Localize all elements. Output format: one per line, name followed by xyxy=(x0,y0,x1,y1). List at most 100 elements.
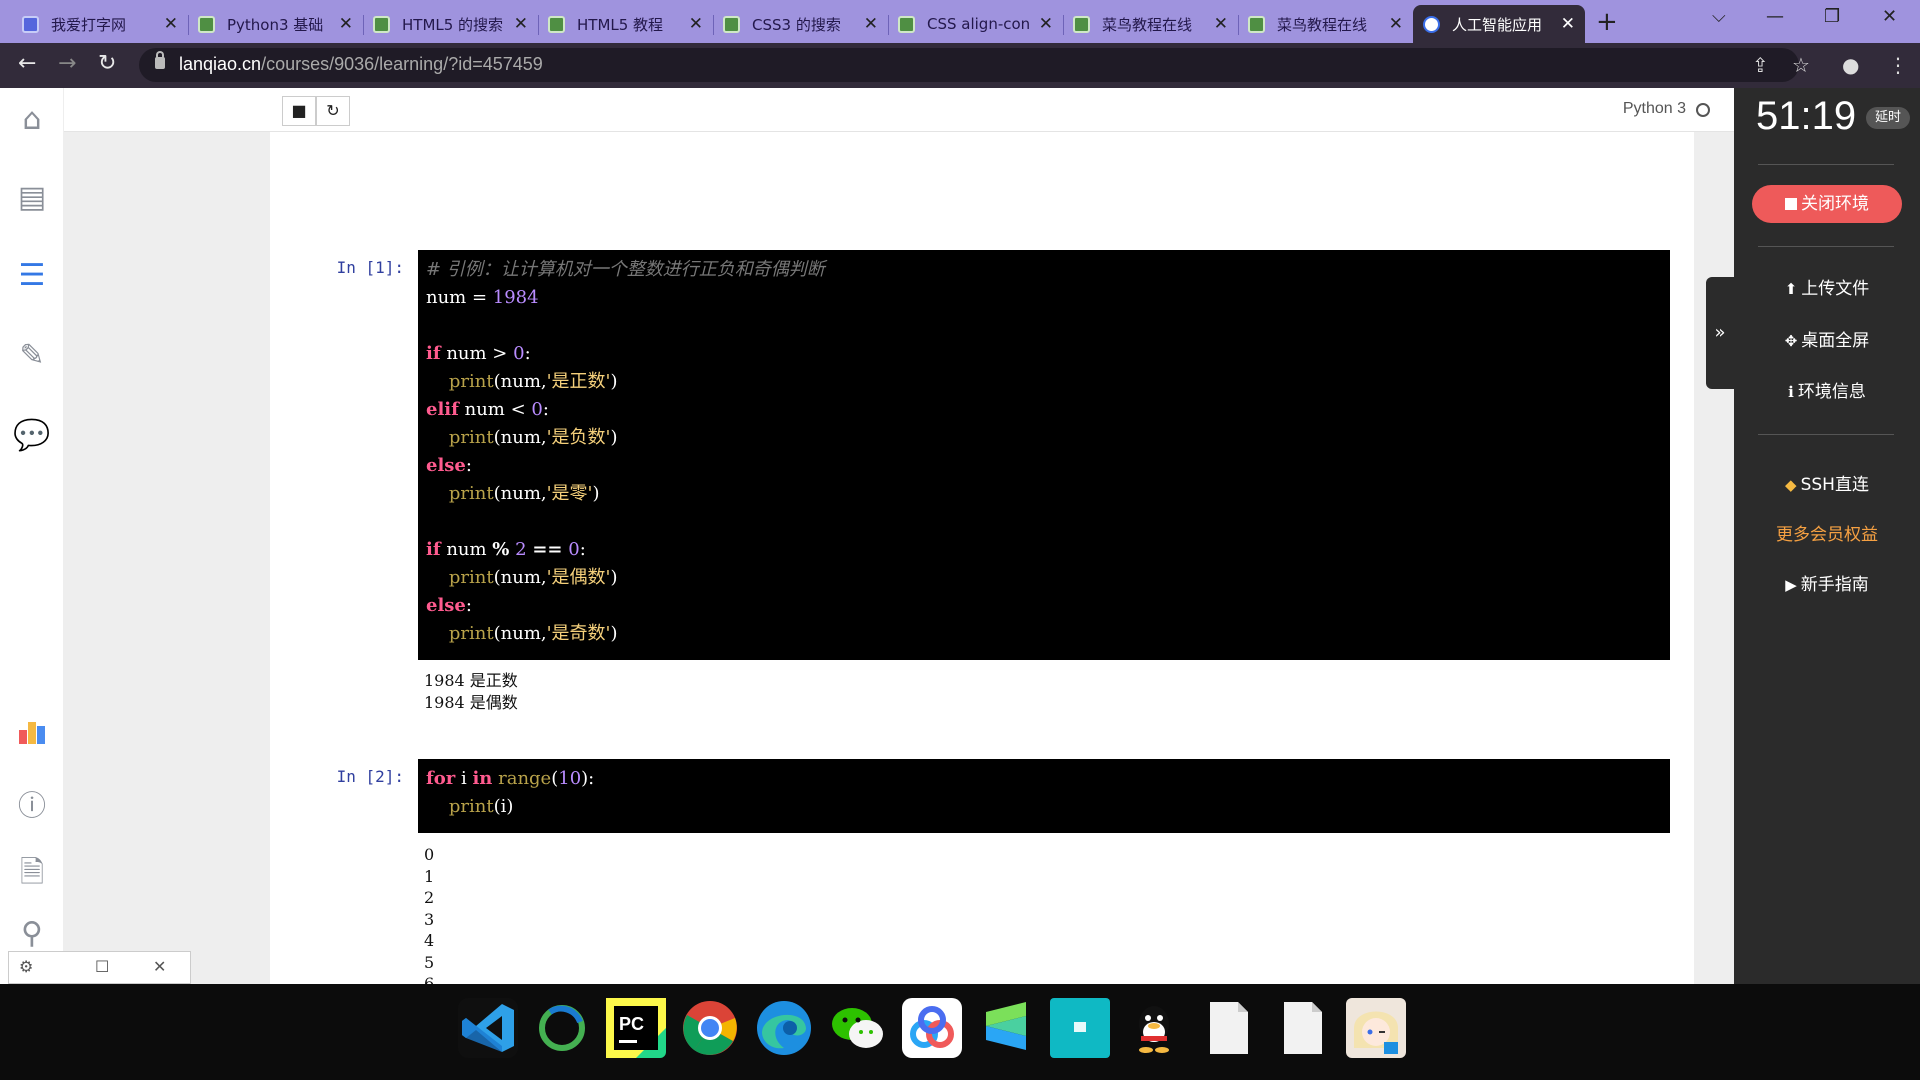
edit-pencil-icon[interactable]: ✎ xyxy=(0,338,64,373)
close-icon[interactable]: ✕ xyxy=(153,957,166,976)
runoob-icon xyxy=(548,15,565,33)
guide-label: 新手指南 xyxy=(1800,575,1869,595)
browser-tab[interactable]: HTML5 的搜索 ✕ xyxy=(363,5,539,43)
divider xyxy=(1758,164,1894,165)
tab-title: 人工智能应用 xyxy=(1452,15,1543,34)
close-window-icon[interactable]: ✕ xyxy=(1882,6,1897,27)
restart-kernel-button[interactable]: ↻ xyxy=(316,96,350,126)
qq-icon[interactable] xyxy=(1124,998,1184,1058)
url-input[interactable]: lanqiao.cn/courses/9036/learning/?id=457… xyxy=(139,48,1799,82)
tab-search-chevron-icon[interactable]: ⌵ xyxy=(1712,6,1726,27)
countdown-timer: 51:19 xyxy=(1756,94,1857,138)
tab-title: Python3 基础 xyxy=(227,15,324,34)
tab-close-icon[interactable]: ✕ xyxy=(1389,14,1403,34)
svg-text:PC: PC xyxy=(619,1014,644,1034)
wechat-icon[interactable] xyxy=(828,998,888,1058)
browser-tab[interactable]: 菜鸟教程在线 ✕ xyxy=(1063,5,1239,43)
panel-toggle-chevron-icon[interactable]: » xyxy=(1706,277,1734,389)
close-environment-button[interactable]: 关闭环境 xyxy=(1752,185,1902,223)
tab-title: 我爱打字网 xyxy=(51,15,127,34)
notebook-toolbar: ■ ↻ Python 3 xyxy=(64,88,1734,132)
cell-output: 0 1 2 3 4 5 6 7 8 9 xyxy=(424,845,435,984)
minimized-window[interactable]: ⚙ ☐ ✕ xyxy=(8,951,191,984)
teal-app-icon[interactable] xyxy=(1050,998,1110,1058)
chrome-icon[interactable] xyxy=(680,998,740,1058)
code-editor[interactable]: for i in range(10): print(i) xyxy=(418,759,1670,833)
pycharm-icon[interactable]: PC xyxy=(606,998,666,1058)
ssh-connect-button[interactable]: ◆ SSH直连 xyxy=(1734,470,1920,495)
tab-close-icon[interactable]: ✕ xyxy=(164,14,178,34)
environment-info-button[interactable]: ℹ 环境信息 xyxy=(1734,377,1920,402)
extend-time-button[interactable]: 延时 xyxy=(1866,107,1910,129)
tab-close-icon[interactable]: ✕ xyxy=(1561,14,1575,34)
anaconda-icon[interactable] xyxy=(532,998,592,1058)
tab-title: 菜鸟教程在线 xyxy=(1102,15,1193,34)
browser-tab-strip: 我爱打字网 ✕ Python3 基础 ✕ HTML5 的搜索 ✕ HTML5 教… xyxy=(0,0,1920,43)
file-icon[interactable] xyxy=(1272,998,1332,1058)
sublime-icon[interactable] xyxy=(976,998,1036,1058)
dashboard-icon[interactable]: ▤ xyxy=(0,180,64,215)
runoob-icon xyxy=(373,15,390,33)
share-icon[interactable]: ⇪ xyxy=(1752,53,1769,77)
document-icon[interactable]: 🗎 xyxy=(0,850,64,901)
tab-close-icon[interactable]: ✕ xyxy=(1039,14,1053,34)
desktop-fullscreen-button[interactable]: ✥ 桌面全屏 xyxy=(1734,326,1920,351)
edge-icon[interactable] xyxy=(754,998,814,1058)
member-benefits-link[interactable]: 更多会员权益 xyxy=(1734,520,1920,545)
anime-avatar-icon[interactable] xyxy=(1346,998,1406,1058)
url-text: lanqiao.cn/courses/9036/learning/?id=457… xyxy=(179,54,543,75)
profile-icon[interactable]: ● xyxy=(1842,53,1859,77)
minimize-icon[interactable]: — xyxy=(1766,6,1784,27)
browser-tab[interactable]: CSS3 的搜索 ✕ xyxy=(713,5,889,43)
address-bar: ← → ↻ lanqiao.cn/courses/9036/learning/?… xyxy=(0,43,1920,88)
bookmark-star-icon[interactable]: ☆ xyxy=(1792,53,1810,77)
browser-tab[interactable]: CSS align-con ✕ xyxy=(888,5,1064,43)
baidu-netdisk-icon[interactable] xyxy=(902,998,962,1058)
cell-output: 1984 是正数 1984 是偶数 xyxy=(424,671,518,712)
beginner-guide-button[interactable]: ▶ 新手指南 xyxy=(1734,570,1920,595)
menu-dots-icon[interactable]: ⋮ xyxy=(1888,53,1908,77)
run-icon[interactable]: ⚲ xyxy=(0,916,64,951)
reload-icon[interactable]: ↻ xyxy=(98,51,116,76)
browser-tab[interactable]: 我爱打字网 ✕ xyxy=(12,5,189,43)
back-icon[interactable]: ← xyxy=(18,51,36,76)
stop-kernel-button[interactable]: ■ xyxy=(282,96,316,126)
tab-close-icon[interactable]: ✕ xyxy=(514,14,528,34)
browser-tab-active[interactable]: 人工智能应用 ✕ xyxy=(1413,5,1585,43)
tab-close-icon[interactable]: ✕ xyxy=(864,14,878,34)
chat-bubble-icon[interactable]: 💬 xyxy=(0,418,64,453)
lanqiao-icon xyxy=(1423,15,1440,33)
help-icon[interactable]: ⓘ xyxy=(0,784,64,824)
ordered-list-icon[interactable]: ☰ xyxy=(0,258,64,293)
notebook-page: In [1]: # 引例：让计算机对一个整数进行正负和奇偶判断 num = 19… xyxy=(270,132,1694,984)
upload-icon: ⬆ xyxy=(1784,280,1798,298)
cell-prompt: In [2]: xyxy=(336,767,404,786)
maximize-icon[interactable]: ☐ xyxy=(95,957,109,976)
tab-close-icon[interactable]: ✕ xyxy=(689,14,703,34)
tab-close-icon[interactable]: ✕ xyxy=(339,14,353,34)
runoob-icon xyxy=(1248,15,1265,33)
code-editor[interactable]: # 引例：让计算机对一个整数进行正负和奇偶判断 num = 1984 if nu… xyxy=(418,250,1670,660)
lock-icon xyxy=(155,51,165,69)
browser-tab[interactable]: HTML5 教程 ✕ xyxy=(538,5,714,43)
environment-info-label: 环境信息 xyxy=(1797,382,1866,402)
browser-tab[interactable]: Python3 基础 ✕ xyxy=(188,5,364,43)
forward-icon[interactable]: → xyxy=(58,51,76,76)
notebook-area: ■ ↻ Python 3 In [1]: # 引例：让计算机对一个整数进行正负和… xyxy=(64,88,1734,984)
vscode-icon[interactable] xyxy=(458,998,518,1058)
fullscreen-label: 桌面全屏 xyxy=(1801,331,1870,351)
home-icon[interactable]: ⌂ xyxy=(0,102,64,137)
runoob-icon xyxy=(1073,15,1090,33)
ranking-chart-icon[interactable] xyxy=(0,716,64,754)
video-icon: ▶ xyxy=(1785,576,1797,594)
file-icon[interactable] xyxy=(1198,998,1258,1058)
tab-close-icon[interactable]: ✕ xyxy=(1214,14,1228,34)
upload-file-label: 上传文件 xyxy=(1801,279,1870,299)
info-icon: ℹ xyxy=(1788,383,1794,401)
browser-tab[interactable]: 菜鸟教程在线 ✕ xyxy=(1238,5,1413,43)
runoob-icon xyxy=(723,15,740,33)
new-tab-icon[interactable]: + xyxy=(1596,7,1618,37)
upload-file-button[interactable]: ⬆ 上传文件 xyxy=(1734,274,1920,299)
restore-icon[interactable]: ❐ xyxy=(1824,6,1840,27)
stop-square-icon xyxy=(1785,198,1797,210)
